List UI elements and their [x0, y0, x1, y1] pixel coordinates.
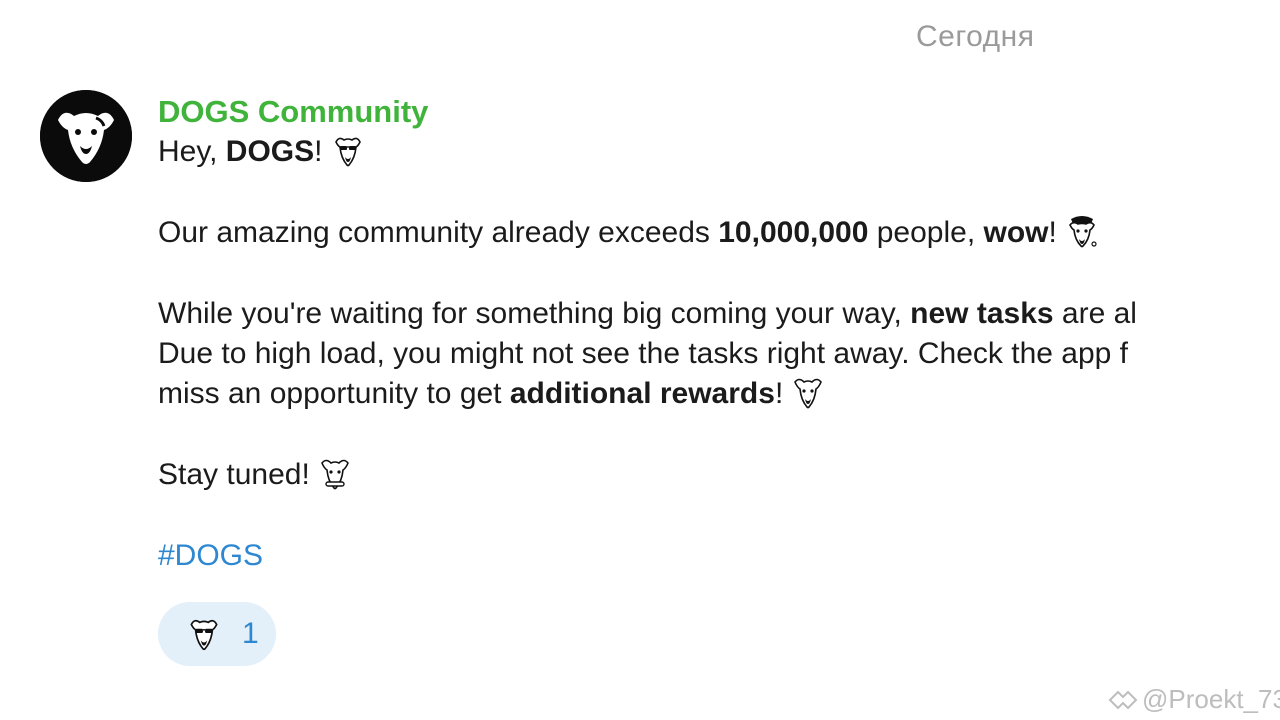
- greeting-suffix: !: [314, 135, 323, 168]
- hashtag-line: #DOGS: [158, 536, 1280, 576]
- paragraph-tasks-line-2: Due to high load, you might not see the …: [158, 337, 1129, 370]
- greeting-line: Hey, DOGS!: [158, 132, 1280, 172]
- para1-text-2: people,: [868, 216, 984, 249]
- channel-avatar[interactable]: [40, 90, 132, 182]
- watermark: @Proekt_73: [1108, 684, 1280, 715]
- dog-bone-emoji-icon: [316, 455, 354, 493]
- hashtag-link[interactable]: #DOGS: [158, 539, 263, 572]
- dog-sunglasses-emoji-icon: [329, 132, 367, 170]
- dog-face-emoji-icon: [789, 374, 827, 412]
- paragraph-tasks-line-1: While you're waiting for something big c…: [158, 294, 1280, 334]
- reaction-button[interactable]: 1: [158, 602, 276, 666]
- paragraph-tasks-line-3: miss an opportunity to get additional re…: [158, 374, 1280, 414]
- dog-sunglasses-reaction-icon: [184, 614, 224, 654]
- para1-bold-count: 10,000,000: [718, 216, 869, 249]
- paragraph-stay-tuned: Stay tuned!: [158, 455, 1280, 495]
- message-bubble: DOGS Community Hey, DOGS! Our amazing co…: [158, 92, 1280, 576]
- watermark-logo-icon: [1108, 690, 1138, 709]
- stay-tuned-text: Stay tuned!: [158, 458, 310, 491]
- watermark-text: @Proekt_73: [1142, 684, 1280, 714]
- para2-text-1: While you're waiting for something big c…: [158, 297, 911, 330]
- para2-text-4: !: [774, 377, 784, 410]
- date-separator: Сегодня: [916, 20, 1035, 53]
- para2-bold-new-tasks: new tasks: [910, 297, 1054, 330]
- sender-name[interactable]: DOGS Community: [158, 92, 1280, 132]
- para2-bold-rewards: additional rewards: [509, 377, 775, 410]
- paragraph-community: Our amazing community already exceeds 10…: [158, 213, 1280, 253]
- dog-pirate-emoji-icon: [1063, 213, 1101, 251]
- dog-logo-icon: [40, 90, 132, 182]
- para1-bold-wow: wow: [983, 216, 1049, 249]
- greeting-text: Hey,: [158, 135, 226, 168]
- para1-text-1: Our amazing community already exceeds: [158, 216, 719, 249]
- para1-text-3: !: [1048, 216, 1057, 249]
- reaction-count: 1: [242, 617, 259, 650]
- para2-text-2: are al: [1053, 297, 1137, 330]
- para2-text-3: miss an opportunity to get: [158, 377, 510, 410]
- greeting-bold: DOGS: [225, 135, 315, 168]
